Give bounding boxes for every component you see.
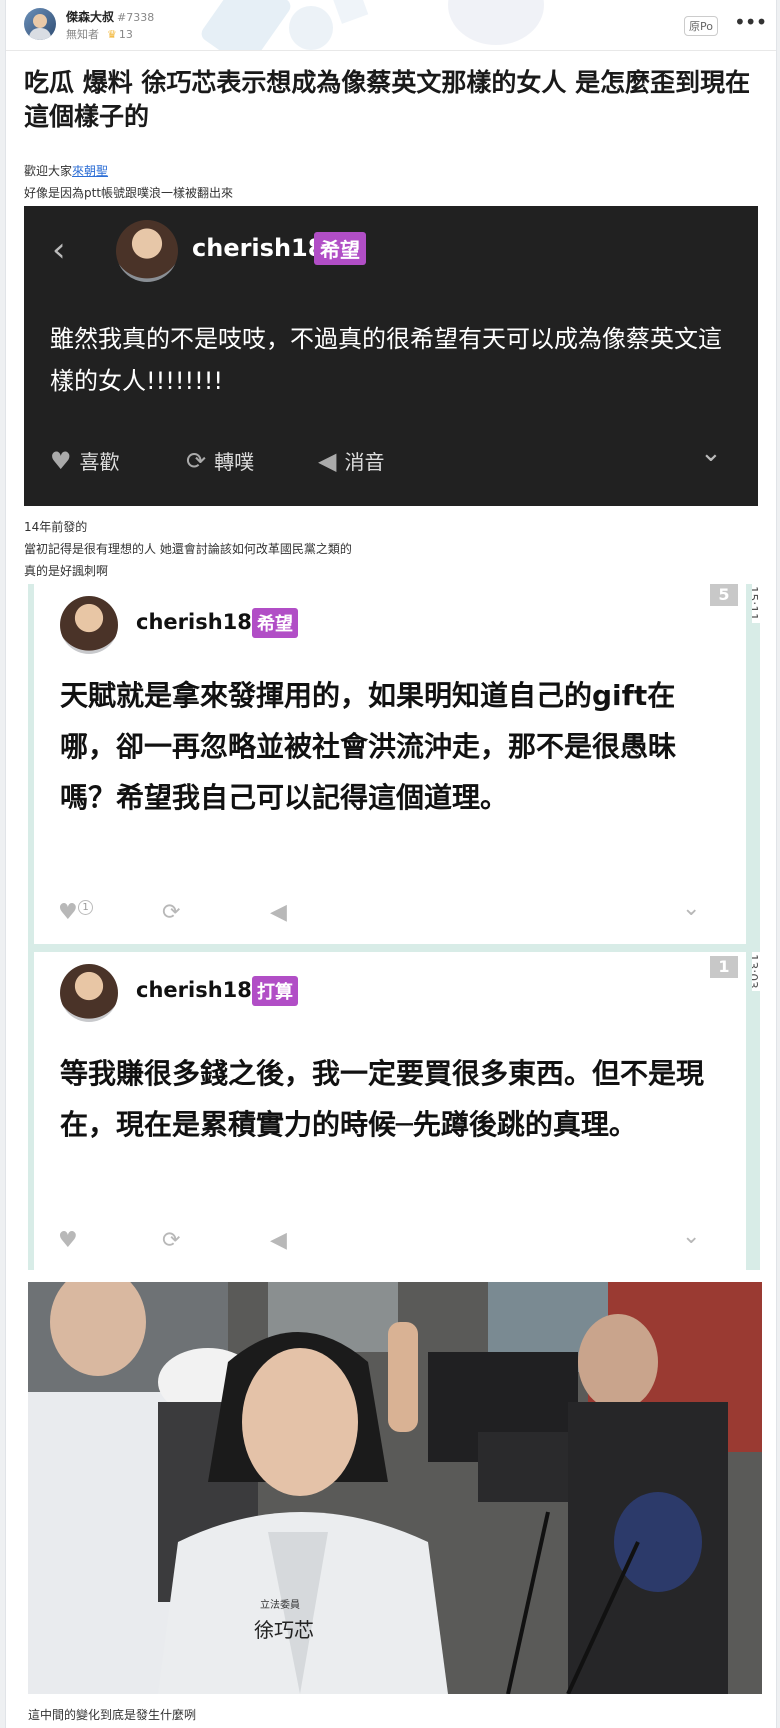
plurk-message: 等我賺很多錢之後，我一定要買很多東西。但不是現在，現在是累積實力的時候─先蹲後跳…: [60, 1057, 705, 1141]
author-level: 無知者: [66, 28, 99, 41]
replurk-action: ⟳ 轉噗: [186, 446, 254, 475]
mute-icon: ◀: [318, 447, 337, 475]
response-count: 5: [710, 584, 738, 606]
sash-name: 徐巧芯: [254, 1618, 314, 1642]
crown-icon: ♛: [107, 28, 117, 41]
post-caption: 這中間的變化到底是發生什麼咧: [28, 1708, 197, 1722]
chevron-down-icon: ⌄: [700, 438, 722, 468]
plurk-screenshot-1: ‹ cherish18 希望 雖然我真的不是吱吱，不過真的很希望有天可以成為像蔡…: [24, 206, 758, 506]
plurk-username: cherish18: [192, 234, 325, 262]
intro-link[interactable]: 來朝聖: [72, 164, 108, 178]
mute-action: ◀ 消音: [318, 446, 384, 475]
plurk-tag: 希望: [314, 232, 366, 265]
mute-icon: ◀: [270, 1228, 287, 1253]
chevron-down-icon: ⌄: [682, 1224, 701, 1249]
mid-line-3: 真的是好諷刺啊: [24, 564, 109, 578]
replurk-label: 轉噗: [214, 450, 255, 474]
plurk-message: 雖然我真的不是吱吱，不過真的很希望有天可以成為像蔡英文這樣的女人!!!!!!!!: [50, 325, 722, 395]
plurk-avatar: [60, 964, 118, 1022]
post-title: 吃瓜 爆料 徐巧芯表示想成為像蔡英文那樣的女人 是怎麼歪到現在這個樣子的: [24, 68, 751, 131]
card-divider: [28, 944, 752, 952]
back-arrow-icon: ‹: [52, 230, 66, 270]
replurk-icon: ⟳: [162, 900, 181, 925]
photo-illustration: [28, 1282, 762, 1694]
response-count: 1: [710, 956, 738, 978]
plurk-tag: 打算: [252, 976, 298, 1006]
op-badge: 原Po: [684, 16, 718, 36]
author-sub: 無知者 ♛ 13: [66, 26, 133, 42]
plurk-tag: 希望: [252, 608, 298, 638]
mid-line-2: 當初記得是很有理想的人 她還會討論該如何改革國民黨之類的: [24, 542, 352, 556]
author-id: #7338: [117, 11, 155, 24]
like-action: ♥ 喜歡: [50, 446, 120, 475]
like-count: 1: [78, 900, 93, 915]
sash-title: 立法委員: [260, 1600, 300, 1611]
plurk-message: 天賦就是拿來發揮用的，如果明知道自己的gift在哪，卻一再忽略並被社會洪流沖走，…: [60, 679, 677, 814]
author-username: 傑森大叔: [66, 10, 115, 24]
post-header: 傑森大叔 #7338 無知者 ♛ 13 原Po •••: [6, 0, 776, 51]
post-page: 傑森大叔 #7338 無知者 ♛ 13 原Po ••• 吃瓜 爆料 徐巧芯表示想成為像…: [5, 0, 777, 1728]
plurk-screenshot-2: cherish18 希望 5 天賦就是拿來發揮用的，如果明知道自己的gift在哪…: [28, 584, 752, 944]
plurk-username: cherish18: [136, 978, 252, 1002]
heart-icon: ♥: [58, 900, 78, 925]
intro-prefix: 歡迎大家: [24, 164, 73, 178]
intro-line-2: 好像是因為ptt帳號跟噗浪一樣被翻出來: [24, 186, 234, 200]
replurk-icon: ⟳: [162, 1228, 181, 1253]
news-photo: 立法委員 徐巧芯: [28, 1282, 762, 1694]
mute-icon: ◀: [270, 900, 287, 925]
mid-line-1: 14年前發的: [24, 520, 88, 534]
heart-icon: ♥: [58, 1228, 78, 1253]
author-avatar[interactable]: [24, 8, 56, 40]
mute-label: 消音: [344, 450, 385, 474]
plurk-username: cherish18: [136, 610, 252, 634]
author-name[interactable]: 傑森大叔 #7338: [66, 8, 154, 25]
crown-count: 13: [118, 28, 133, 41]
plurk-avatar: [60, 596, 118, 654]
heart-icon: ♥: [50, 447, 72, 475]
plurk-screenshot-3: cherish18 打算 1 等我賺很多錢之後，我一定要買很多東西。但不是現在，…: [28, 952, 752, 1270]
intro-line: 歡迎大家來朝聖: [24, 162, 108, 179]
more-options-icon[interactable]: •••: [734, 10, 767, 34]
like-label: 喜歡: [79, 450, 120, 474]
replurk-icon: ⟳: [186, 447, 207, 475]
plurk-avatar: [116, 220, 178, 282]
chevron-down-icon: ⌄: [682, 896, 701, 921]
